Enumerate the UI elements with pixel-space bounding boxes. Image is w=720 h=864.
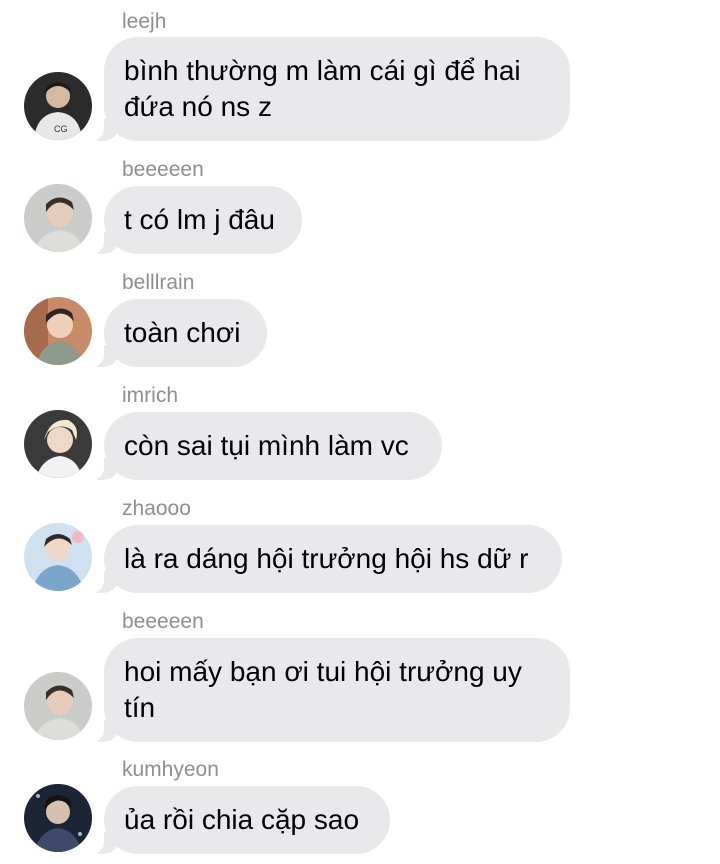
user-avatar[interactable]: [24, 523, 92, 591]
message-text: toàn chơi: [124, 317, 241, 348]
message-text: còn sai tụi mình làm vc: [124, 430, 409, 461]
message-text: hoi mấy bạn ơi tui hội trưởng uy tín: [124, 656, 522, 723]
message-bubble[interactable]: ủa rồi chia cặp sao: [92, 786, 390, 854]
sender-name: imrich: [122, 384, 178, 407]
user-avatar[interactable]: [24, 672, 92, 740]
message-bubble[interactable]: là ra dáng hội trưởng hội hs dữ r: [92, 525, 562, 593]
message-text: là ra dáng hội trưởng hội hs dữ r: [124, 543, 529, 574]
message-text: t có lm j đâu: [124, 204, 275, 235]
message-bubble[interactable]: toàn chơi: [92, 299, 267, 367]
message-text: ủa rồi chia cặp sao: [124, 804, 360, 835]
sender-name: leejh: [122, 10, 167, 33]
message-bubble[interactable]: hoi mấy bạn ơi tui hội trưởng uy tín: [92, 638, 570, 742]
message-bubble[interactable]: bình thường m làm cái gì để hai đứa nó n…: [92, 37, 570, 141]
message-bubble[interactable]: còn sai tụi mình làm vc: [92, 412, 442, 480]
user-avatar[interactable]: [24, 184, 92, 252]
user-avatar[interactable]: [24, 784, 92, 852]
message-bubble[interactable]: t có lm j đâu: [92, 186, 302, 254]
sender-name: kumhyeon: [122, 758, 219, 781]
message-text: bình thường m làm cái gì để hai đứa nó n…: [124, 55, 521, 122]
sender-name: belllrain: [122, 271, 195, 294]
svg-text:CG: CG: [54, 124, 68, 134]
user-avatar[interactable]: CG: [24, 72, 92, 140]
sender-name: beeeeen: [122, 158, 204, 181]
sender-name: zhaooo: [122, 497, 191, 520]
user-avatar[interactable]: [24, 410, 92, 478]
user-avatar[interactable]: [24, 297, 92, 365]
sender-name: beeeeen: [122, 610, 204, 633]
